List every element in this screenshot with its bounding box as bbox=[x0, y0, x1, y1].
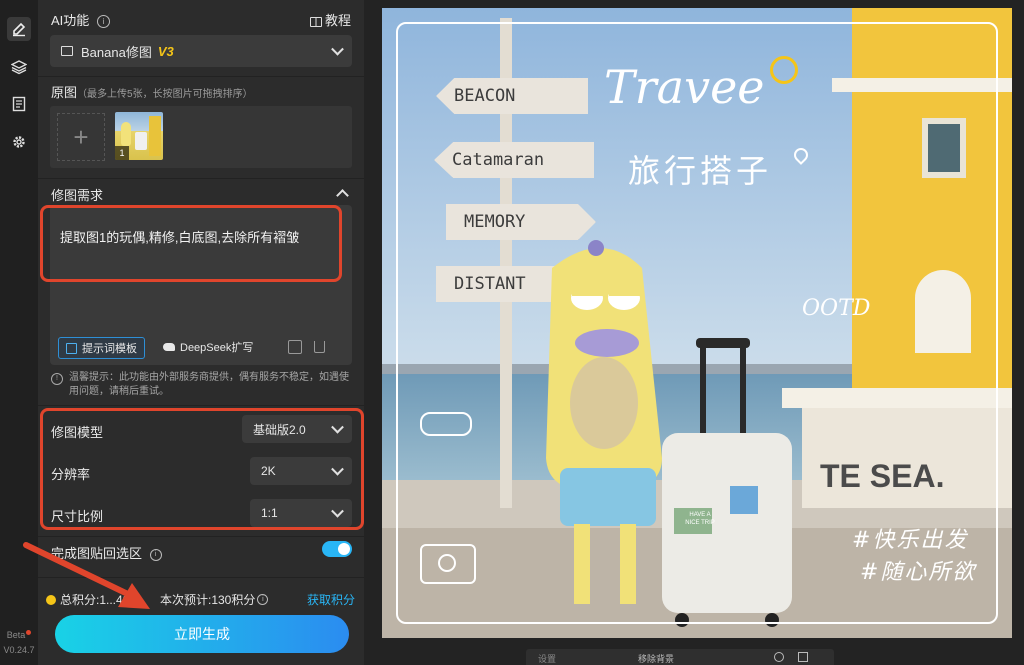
headline-text: Travee bbox=[604, 60, 765, 114]
tip-note: ! 温馨提示：此功能由外部服务商提供，偶有服务不稳定，如遇使用问题，请稍后重试。 bbox=[51, 371, 351, 399]
chevron-down-icon bbox=[331, 42, 344, 56]
toolbar-left-label[interactable]: 设置 bbox=[538, 652, 556, 665]
points-estimate: 本次预计:130积分 i bbox=[160, 591, 269, 608]
canvas-area: BEACON Catamaran MEMORY DISTANT Travee 旅… bbox=[364, 0, 1024, 665]
preview-image[interactable]: BEACON Catamaran MEMORY DISTANT Travee 旅… bbox=[382, 8, 1012, 638]
hashtag-1: #快乐出发 bbox=[852, 528, 969, 553]
document-icon[interactable] bbox=[7, 92, 31, 116]
ootd-text: OOTD bbox=[802, 296, 871, 321]
info-icon[interactable]: i bbox=[257, 594, 269, 605]
gear-icon[interactable] bbox=[7, 130, 31, 154]
layers-icon[interactable] bbox=[7, 55, 31, 79]
sun-doodle-icon bbox=[770, 56, 798, 84]
ai-section-title: AI功能 i bbox=[51, 10, 110, 29]
uploaded-thumbnail[interactable]: 1 bbox=[115, 112, 163, 160]
camera-doodle-icon bbox=[420, 544, 476, 584]
requirements-title: 修图需求 bbox=[51, 188, 104, 203]
template-icon bbox=[66, 342, 77, 354]
info-icon[interactable]: i bbox=[96, 15, 110, 29]
trash-icon[interactable] bbox=[314, 341, 325, 353]
beta-tag: Beta bbox=[0, 630, 38, 640]
version-label: V0.24.7 bbox=[3, 645, 35, 655]
history-icon[interactable] bbox=[288, 340, 302, 354]
subtitle-text: 旅行搭子 bbox=[628, 152, 773, 190]
feature-select-value: Banana修图 bbox=[81, 44, 152, 60]
hashtag-2: #随心所欲 bbox=[860, 560, 977, 585]
version-badge: V3 bbox=[157, 43, 174, 59]
annotation-arrow bbox=[23, 542, 150, 609]
suitcase-sticker: HAVE A NICE TRIP bbox=[685, 512, 715, 526]
info-icon: ! bbox=[51, 373, 63, 385]
collapse-icon[interactable] bbox=[336, 189, 349, 202]
image-icon bbox=[61, 46, 73, 56]
upload-area: + 1 bbox=[50, 106, 352, 168]
generate-button[interactable]: 立即生成 bbox=[55, 615, 349, 653]
ai-feature-panel: AI功能 i 教程 Banana修图 V3 原图（最多上传5张，长按图片可拖拽排… bbox=[23, 0, 364, 665]
original-title: 原图（最多上传5张，长按图片可拖拽排序） bbox=[51, 85, 253, 100]
book-icon bbox=[310, 16, 322, 27]
add-image-button[interactable]: + bbox=[57, 113, 105, 161]
original-note: （最多上传5张，长按图片可拖拽排序） bbox=[77, 89, 253, 100]
edit-pen-icon[interactable] bbox=[7, 17, 31, 41]
feature-select[interactable]: Banana修图 V3 bbox=[50, 35, 352, 67]
tutorial-link[interactable]: 教程 bbox=[310, 10, 351, 29]
deepseek-whale-icon bbox=[163, 343, 175, 351]
paste-back-toggle[interactable] bbox=[322, 541, 352, 557]
sea-text: TE SEA. bbox=[820, 458, 945, 494]
tool-icon[interactable] bbox=[774, 652, 784, 662]
remove-background-button[interactable]: 移除背景 bbox=[638, 652, 674, 665]
prompt-template-button[interactable]: 提示词模板 bbox=[58, 337, 145, 359]
cloud-doodle-icon bbox=[420, 412, 472, 436]
tool-icon[interactable] bbox=[798, 652, 808, 662]
canvas-bottom-toolbar: 设置 移除背景 bbox=[526, 649, 834, 665]
prompt-highlight-box bbox=[40, 205, 342, 282]
thumbnail-index: 1 bbox=[115, 146, 129, 160]
settings-highlight-box bbox=[40, 408, 364, 530]
get-points-link[interactable]: 获取积分 bbox=[307, 591, 355, 608]
deepseek-expand-button[interactable]: DeepSeek扩写 bbox=[156, 337, 260, 357]
